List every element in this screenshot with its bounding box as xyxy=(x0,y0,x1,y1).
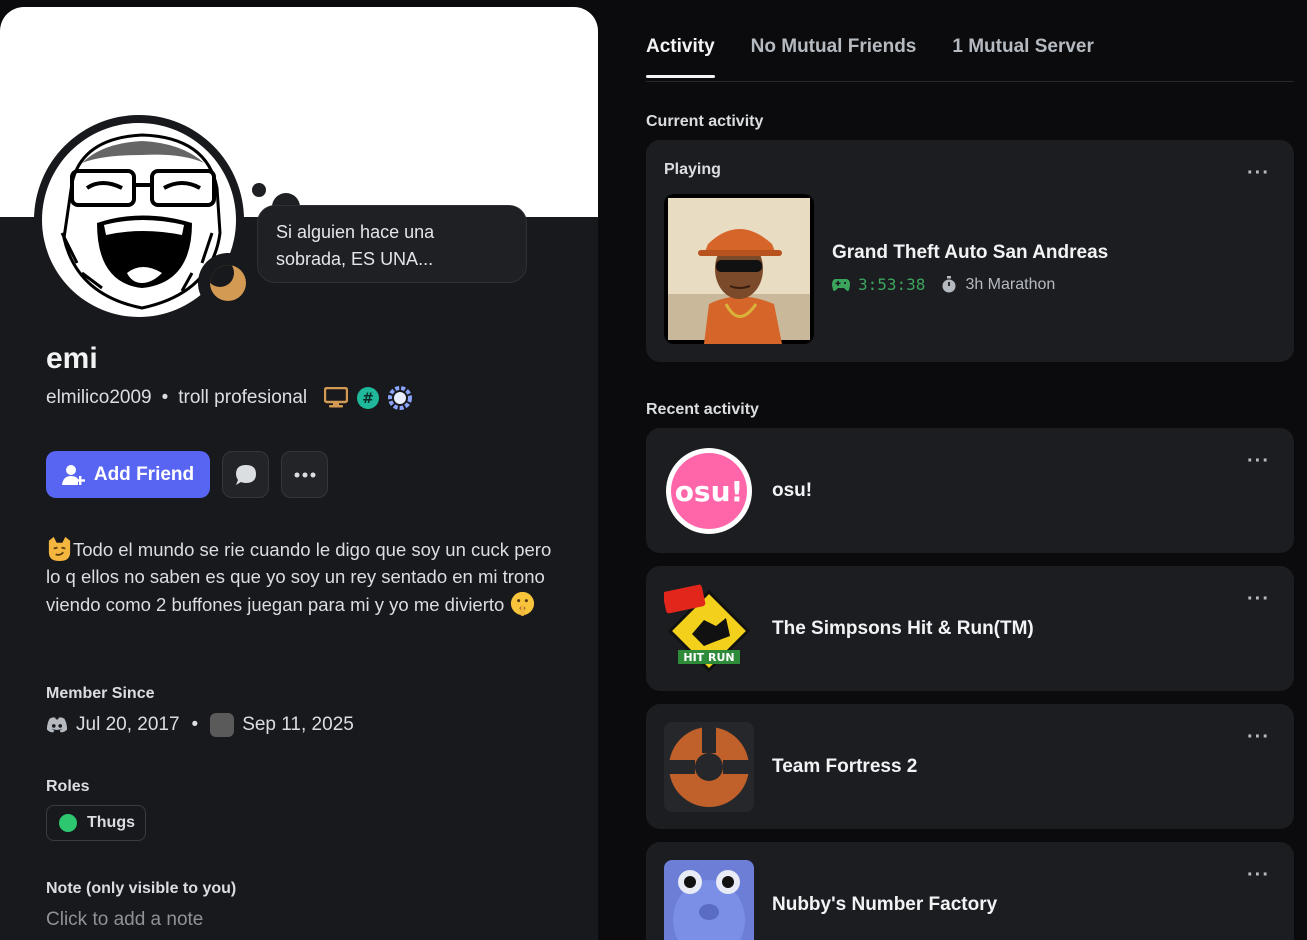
monitor-badge-icon[interactable] xyxy=(323,385,349,411)
pronoun-tag: troll profesional xyxy=(178,387,308,408)
recent-more-button[interactable]: ··· xyxy=(1247,864,1270,887)
badge-list: # xyxy=(323,385,413,411)
username-line: elmilico2009 • troll profesional # xyxy=(46,385,413,411)
recent-game-name: The Simpsons Hit & Run(TM) xyxy=(772,618,1034,639)
svg-text:HIT RUN: HIT RUN xyxy=(683,651,734,664)
status-indicator xyxy=(198,253,258,313)
stopwatch-icon xyxy=(942,276,956,293)
svg-text:osu!: osu! xyxy=(675,475,744,508)
separator-dot: • xyxy=(191,714,199,735)
separator-dot: • xyxy=(161,387,169,408)
marathon-badge: 3h Marathon xyxy=(965,275,1056,293)
recent-more-button[interactable]: ··· xyxy=(1247,450,1270,473)
hashtag-badge-icon[interactable]: # xyxy=(355,385,381,411)
role-color-dot xyxy=(59,814,77,832)
message-button[interactable] xyxy=(222,451,269,498)
gta-sa-cover-icon xyxy=(668,198,810,344)
nubbys-number-factory-icon xyxy=(664,860,754,940)
profile-tabs: Activity No Mutual Friends 1 Mutual Serv… xyxy=(646,36,1094,78)
profile-modal: Si alguien hace una sobrada, ES UNA... e… xyxy=(0,0,1307,940)
server-icon[interactable] xyxy=(210,713,235,737)
recent-game-name: Nubby's Number Factory xyxy=(772,894,998,915)
tab-divider xyxy=(646,81,1294,82)
svg-text:#: # xyxy=(362,391,374,407)
gamepad-icon xyxy=(832,278,850,291)
bubble-dot-small xyxy=(252,183,266,197)
avatar-frame xyxy=(34,115,258,325)
recent-activity-card: HIT RUN The Simpsons Hit & Run(TM) ··· xyxy=(646,566,1294,691)
profile-panel: Si alguien hace una sobrada, ES UNA... e… xyxy=(0,7,598,940)
bio-text: Todo el mundo se rie cuando le digo que … xyxy=(46,539,552,615)
add-friend-button[interactable]: Add Friend xyxy=(46,451,210,498)
chat-bubble-icon xyxy=(235,464,256,485)
team-fortress-2-icon xyxy=(664,722,754,812)
recent-game-name: osu! xyxy=(772,480,813,501)
username[interactable]: elmilico2009 xyxy=(46,387,152,409)
tab-mutual-friends[interactable]: No Mutual Friends xyxy=(751,36,917,78)
role-name: Thugs xyxy=(87,814,135,831)
recent-activity-card: Nubby's Number Factory ··· xyxy=(646,842,1294,940)
discord-join-date: Jul 20, 2017 xyxy=(76,714,180,735)
recent-activity-card: osu! osu! ··· xyxy=(646,428,1294,553)
recent-activity-label: Recent activity xyxy=(646,401,759,418)
more-options-button[interactable] xyxy=(281,451,328,498)
nitro-badge-icon[interactable] xyxy=(387,385,413,411)
osu-icon: osu! xyxy=(664,446,754,536)
discord-logo-icon xyxy=(46,717,68,733)
tab-activity[interactable]: Activity xyxy=(646,36,715,78)
member-since-label: Member Since xyxy=(46,685,155,702)
recent-more-button[interactable]: ··· xyxy=(1247,726,1270,749)
smirk-cat-emoji-icon xyxy=(48,536,71,562)
tab-mutual-servers[interactable]: 1 Mutual Server xyxy=(952,36,1094,78)
bio: Todo el mundo se rie cuando le digo que … xyxy=(46,535,556,618)
server-join-date: Sep 11, 2025 xyxy=(242,714,354,735)
recent-more-button[interactable]: ··· xyxy=(1247,588,1270,611)
roles-label: Roles xyxy=(46,778,90,795)
recent-activity-card: Team Fortress 2 ··· xyxy=(646,704,1294,829)
shushing-face-emoji-icon xyxy=(511,591,535,617)
add-friend-label: Add Friend xyxy=(93,463,195,485)
current-activity-card: Playing ··· Grand Theft Auto San Andreas… xyxy=(646,140,1294,362)
simpsons-hit-run-icon: HIT RUN xyxy=(664,584,754,674)
display-name: emi xyxy=(46,342,98,375)
elapsed-timer: 3:53:38 xyxy=(858,275,926,294)
member-since-row: Jul 20, 2017 • Sep 11, 2025 xyxy=(46,713,354,737)
note-label: Note (only visible to you) xyxy=(46,880,237,897)
current-activity-label: Current activity xyxy=(646,113,764,130)
game-meta-row: 3:53:38 3h Marathon xyxy=(832,275,1055,294)
add-user-icon xyxy=(61,464,85,485)
idle-moon-icon xyxy=(210,265,246,301)
playing-label: Playing xyxy=(664,161,721,178)
note-input[interactable]: Click to add a note xyxy=(46,909,203,931)
current-game-title: Grand Theft Auto San Andreas xyxy=(832,242,1109,263)
custom-status-bubble[interactable]: Si alguien hace una sobrada, ES UNA... xyxy=(257,205,527,283)
ellipsis-icon xyxy=(294,472,315,477)
role-pill[interactable]: Thugs xyxy=(46,805,146,841)
activity-more-button[interactable]: ··· xyxy=(1247,162,1270,185)
recent-game-name: Team Fortress 2 xyxy=(772,756,918,777)
game-cover-art xyxy=(664,194,814,344)
